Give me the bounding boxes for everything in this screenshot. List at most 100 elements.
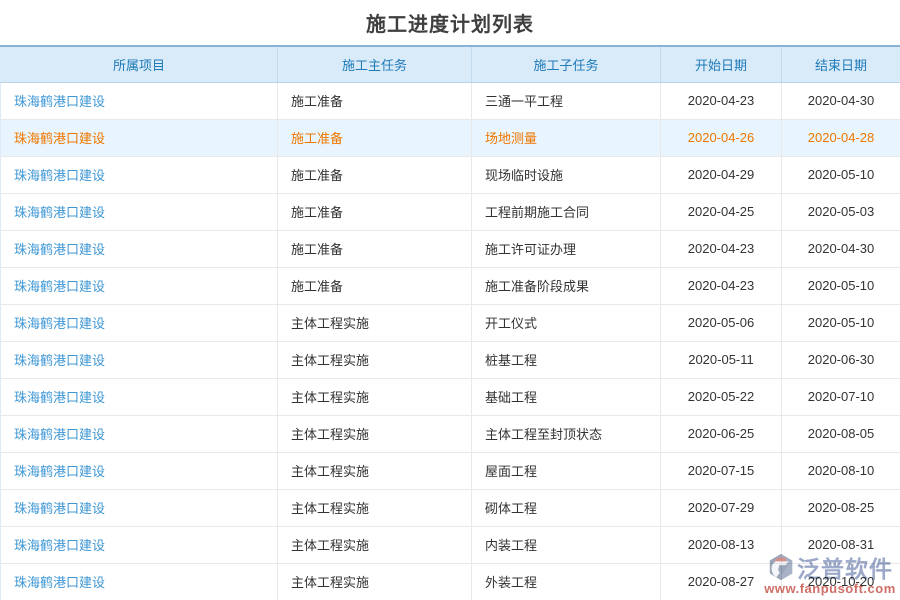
column-header-main-task: 施工主任务 — [278, 46, 472, 82]
project-cell: 珠海鹤港口建设 — [1, 156, 278, 193]
main-task-cell: 施工准备 — [278, 193, 472, 230]
table-row[interactable]: 珠海鹤港口建设 主体工程实施 外装工程 2020-08-27 2020-10-2… — [1, 563, 900, 600]
project-link[interactable]: 珠海鹤港口建设 — [14, 242, 105, 257]
sub-task-cell: 现场临时设施 — [472, 156, 661, 193]
start-date-cell: 2020-07-15 — [661, 452, 782, 489]
project-cell: 珠海鹤港口建设 — [1, 267, 278, 304]
start-date-cell: 2020-05-06 — [661, 304, 782, 341]
table-header-row: 所属项目 施工主任务 施工子任务 开始日期 结束日期 — [1, 46, 900, 82]
project-link[interactable]: 珠海鹤港口建设 — [14, 131, 105, 146]
start-date-cell: 2020-04-23 — [661, 230, 782, 267]
main-task-cell: 主体工程实施 — [278, 341, 472, 378]
table-row[interactable]: 珠海鹤港口建设 主体工程实施 砌体工程 2020-07-29 2020-08-2… — [1, 489, 900, 526]
project-cell: 珠海鹤港口建设 — [1, 341, 278, 378]
sub-task-cell: 场地测量 — [472, 119, 661, 156]
main-task-cell: 主体工程实施 — [278, 526, 472, 563]
sub-task-cell: 砌体工程 — [472, 489, 661, 526]
table-row[interactable]: 珠海鹤港口建设 主体工程实施 内装工程 2020-08-13 2020-08-3… — [1, 526, 900, 563]
end-date-cell: 2020-05-10 — [782, 267, 900, 304]
end-date-cell: 2020-08-31 — [782, 526, 900, 563]
project-link[interactable]: 珠海鹤港口建设 — [14, 94, 105, 109]
sub-task-cell: 桩基工程 — [472, 341, 661, 378]
project-link[interactable]: 珠海鹤港口建设 — [14, 501, 105, 516]
main-task-cell: 主体工程实施 — [278, 415, 472, 452]
table-row[interactable]: 珠海鹤港口建设 主体工程实施 桩基工程 2020-05-11 2020-06-3… — [1, 341, 900, 378]
table-row[interactable]: 珠海鹤港口建设 施工准备 场地测量 2020-04-26 2020-04-28 — [1, 119, 900, 156]
sub-task-cell: 三通一平工程 — [472, 82, 661, 119]
project-link[interactable]: 珠海鹤港口建设 — [14, 575, 105, 590]
end-date-cell: 2020-07-10 — [782, 378, 900, 415]
table-row[interactable]: 珠海鹤港口建设 主体工程实施 基础工程 2020-05-22 2020-07-1… — [1, 378, 900, 415]
project-link[interactable]: 珠海鹤港口建设 — [14, 464, 105, 479]
end-date-cell: 2020-10-20 — [782, 563, 900, 600]
start-date-cell: 2020-08-13 — [661, 526, 782, 563]
project-cell: 珠海鹤港口建设 — [1, 82, 278, 119]
title-bar: 施工进度计划列表 — [0, 0, 900, 45]
project-cell: 珠海鹤港口建设 — [1, 193, 278, 230]
main-task-cell: 主体工程实施 — [278, 563, 472, 600]
project-cell: 珠海鹤港口建设 — [1, 563, 278, 600]
table-row[interactable]: 珠海鹤港口建设 主体工程实施 开工仪式 2020-05-06 2020-05-1… — [1, 304, 900, 341]
sub-task-cell: 屋面工程 — [472, 452, 661, 489]
start-date-cell: 2020-05-22 — [661, 378, 782, 415]
end-date-cell: 2020-08-10 — [782, 452, 900, 489]
project-link[interactable]: 珠海鹤港口建设 — [14, 538, 105, 553]
start-date-cell: 2020-04-25 — [661, 193, 782, 230]
start-date-cell: 2020-06-25 — [661, 415, 782, 452]
main-task-cell: 主体工程实施 — [278, 489, 472, 526]
table-row[interactable]: 珠海鹤港口建设 主体工程实施 屋面工程 2020-07-15 2020-08-1… — [1, 452, 900, 489]
end-date-cell: 2020-08-25 — [782, 489, 900, 526]
end-date-cell: 2020-08-05 — [782, 415, 900, 452]
project-cell: 珠海鹤港口建设 — [1, 230, 278, 267]
main-task-cell: 施工准备 — [278, 230, 472, 267]
start-date-cell: 2020-04-26 — [661, 119, 782, 156]
start-date-cell: 2020-04-23 — [661, 82, 782, 119]
start-date-cell: 2020-07-29 — [661, 489, 782, 526]
table-row[interactable]: 珠海鹤港口建设 施工准备 施工准备阶段成果 2020-04-23 2020-05… — [1, 267, 900, 304]
page-title: 施工进度计划列表 — [366, 8, 534, 37]
main-task-cell: 施工准备 — [278, 82, 472, 119]
table-row[interactable]: 珠海鹤港口建设 施工准备 三通一平工程 2020-04-23 2020-04-3… — [1, 82, 900, 119]
start-date-cell: 2020-08-27 — [661, 563, 782, 600]
sub-task-cell: 开工仪式 — [472, 304, 661, 341]
main-task-cell: 主体工程实施 — [278, 378, 472, 415]
main-task-cell: 施工准备 — [278, 267, 472, 304]
project-cell: 珠海鹤港口建设 — [1, 452, 278, 489]
main-task-cell: 施工准备 — [278, 156, 472, 193]
end-date-cell: 2020-04-30 — [782, 230, 900, 267]
sub-task-cell: 外装工程 — [472, 563, 661, 600]
sub-task-cell: 工程前期施工合同 — [472, 193, 661, 230]
end-date-cell: 2020-06-30 — [782, 341, 900, 378]
table-row[interactable]: 珠海鹤港口建设 主体工程实施 主体工程至封顶状态 2020-06-25 2020… — [1, 415, 900, 452]
main-task-cell: 施工准备 — [278, 119, 472, 156]
table-row[interactable]: 珠海鹤港口建设 施工准备 施工许可证办理 2020-04-23 2020-04-… — [1, 230, 900, 267]
column-header-end-date: 结束日期 — [782, 46, 900, 82]
sub-task-cell: 施工许可证办理 — [472, 230, 661, 267]
column-header-sub-task: 施工子任务 — [472, 46, 661, 82]
sub-task-cell: 内装工程 — [472, 526, 661, 563]
project-link[interactable]: 珠海鹤港口建设 — [14, 205, 105, 220]
main-task-cell: 主体工程实施 — [278, 304, 472, 341]
end-date-cell: 2020-04-30 — [782, 82, 900, 119]
table-row[interactable]: 珠海鹤港口建设 施工准备 工程前期施工合同 2020-04-25 2020-05… — [1, 193, 900, 230]
end-date-cell: 2020-05-10 — [782, 304, 900, 341]
start-date-cell: 2020-05-11 — [661, 341, 782, 378]
project-link[interactable]: 珠海鹤港口建设 — [14, 168, 105, 183]
project-link[interactable]: 珠海鹤港口建设 — [14, 353, 105, 368]
project-link[interactable]: 珠海鹤港口建设 — [14, 279, 105, 294]
main-task-cell: 主体工程实施 — [278, 452, 472, 489]
end-date-cell: 2020-04-28 — [782, 119, 900, 156]
project-cell: 珠海鹤港口建设 — [1, 119, 278, 156]
project-cell: 珠海鹤港口建设 — [1, 526, 278, 563]
project-cell: 珠海鹤港口建设 — [1, 489, 278, 526]
start-date-cell: 2020-04-23 — [661, 267, 782, 304]
project-link[interactable]: 珠海鹤港口建设 — [14, 316, 105, 331]
end-date-cell: 2020-05-03 — [782, 193, 900, 230]
project-link[interactable]: 珠海鹤港口建设 — [14, 427, 105, 442]
table-body: 珠海鹤港口建设 施工准备 三通一平工程 2020-04-23 2020-04-3… — [1, 82, 900, 600]
progress-plan-table: 所属项目 施工主任务 施工子任务 开始日期 结束日期 珠海鹤港口建设 施工准备 … — [0, 45, 900, 600]
column-header-project: 所属项目 — [1, 46, 278, 82]
table-row[interactable]: 珠海鹤港口建设 施工准备 现场临时设施 2020-04-29 2020-05-1… — [1, 156, 900, 193]
project-link[interactable]: 珠海鹤港口建设 — [14, 390, 105, 405]
project-cell: 珠海鹤港口建设 — [1, 378, 278, 415]
